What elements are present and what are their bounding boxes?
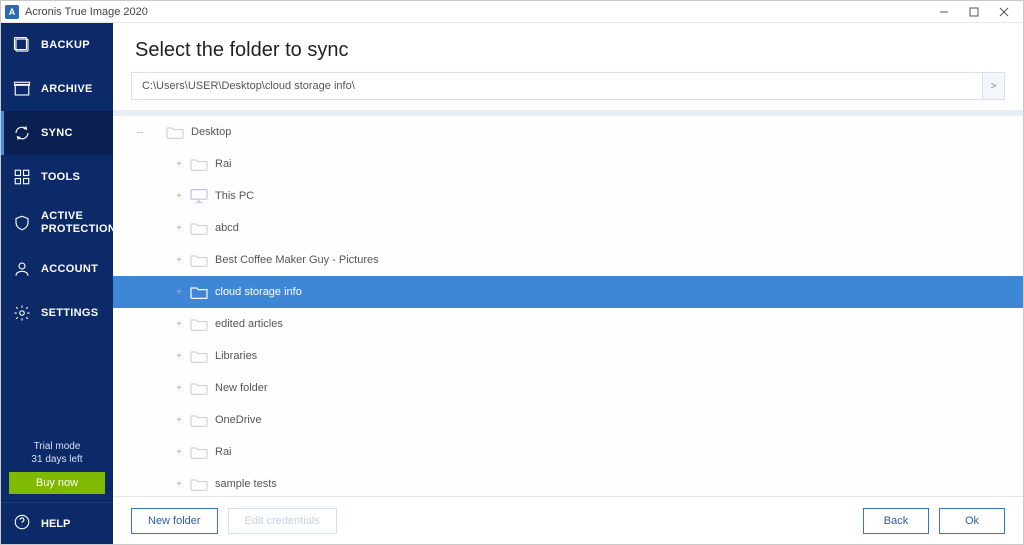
- tree-item[interactable]: +cloud storage info: [113, 276, 1023, 308]
- new-folder-button[interactable]: New folder: [131, 508, 218, 534]
- tree-item[interactable]: +Rai: [113, 148, 1023, 180]
- pc-icon: [187, 188, 211, 204]
- sidebar-item-settings[interactable]: SETTINGS: [1, 291, 113, 335]
- folder-icon: [163, 124, 187, 140]
- tree-item[interactable]: +OneDrive: [113, 404, 1023, 436]
- window-title: Acronis True Image 2020: [25, 6, 148, 18]
- backup-icon: [13, 36, 31, 54]
- app-window: A Acronis True Image 2020 BACKUP ARCHIVE…: [0, 0, 1024, 545]
- folder-icon: [187, 380, 211, 396]
- sidebar-item-sync[interactable]: SYNC: [1, 111, 113, 155]
- folder-icon: [187, 220, 211, 236]
- tree-root[interactable]: −Desktop: [113, 116, 1023, 148]
- folder-tree[interactable]: −Desktop+Rai+This PC+abcd+Best Coffee Ma…: [113, 110, 1023, 496]
- titlebar: A Acronis True Image 2020: [1, 1, 1023, 23]
- tree-item[interactable]: +New folder: [113, 372, 1023, 404]
- path-go-button[interactable]: >: [982, 73, 1004, 99]
- tree-item[interactable]: +Best Coffee Maker Guy - Pictures: [113, 244, 1023, 276]
- back-button[interactable]: Back: [863, 508, 929, 534]
- tree-item-label: Rai: [215, 446, 232, 458]
- tree-item-label: Rai: [215, 158, 232, 170]
- tools-icon: [13, 168, 31, 186]
- shield-icon: [13, 214, 31, 232]
- folder-icon: [187, 476, 211, 492]
- archive-icon: [13, 80, 31, 98]
- sidebar-item-account[interactable]: ACCOUNT: [1, 247, 113, 291]
- sync-icon: [13, 124, 31, 142]
- gear-icon: [13, 304, 31, 322]
- tree-item[interactable]: +abcd: [113, 212, 1023, 244]
- tree-item-label: Best Coffee Maker Guy - Pictures: [215, 254, 379, 266]
- tree-item-label: abcd: [215, 222, 239, 234]
- tree-item-label: Desktop: [191, 126, 231, 138]
- tree-item[interactable]: +sample tests: [113, 468, 1023, 496]
- trial-status: Trial mode 31 days left: [31, 440, 82, 466]
- tree-item-label: edited articles: [215, 318, 283, 330]
- sidebar-item-archive[interactable]: ARCHIVE: [1, 67, 113, 111]
- path-input[interactable]: [132, 73, 982, 99]
- tree-item[interactable]: +This PC: [113, 180, 1023, 212]
- sidebar-item-label: ACCOUNT: [41, 263, 98, 275]
- sidebar-item-label: ARCHIVE: [41, 83, 93, 95]
- tree-item-label: sample tests: [215, 478, 277, 490]
- maximize-button[interactable]: [959, 1, 989, 23]
- folder-icon: [187, 412, 211, 428]
- close-button[interactable]: [989, 1, 1019, 23]
- tree-item-label: Libraries: [215, 350, 257, 362]
- folder-icon: [187, 444, 211, 460]
- trial-line1: Trial mode: [31, 440, 82, 453]
- sidebar-item-help[interactable]: HELP: [1, 502, 113, 544]
- tree-item[interactable]: +Libraries: [113, 340, 1023, 372]
- sidebar-item-label: BACKUP: [41, 39, 90, 51]
- folder-icon: [187, 156, 211, 172]
- tree-item-label: cloud storage info: [215, 286, 302, 298]
- sidebar-item-label: TOOLS: [41, 171, 80, 183]
- tree-item-label: OneDrive: [215, 414, 261, 426]
- sidebar-item-label: HELP: [41, 518, 70, 530]
- folder-icon: [187, 348, 211, 364]
- app-icon: A: [5, 5, 19, 19]
- sidebar-item-label: SYNC: [41, 127, 73, 139]
- page-title: Select the folder to sync: [113, 23, 1023, 72]
- buy-now-button[interactable]: Buy now: [9, 472, 105, 494]
- sidebar-item-tools[interactable]: TOOLS: [1, 155, 113, 199]
- tree-item[interactable]: +Rai: [113, 436, 1023, 468]
- sidebar-item-active-protection[interactable]: ACTIVE PROTECTION: [1, 199, 113, 247]
- tree-item-label: New folder: [215, 382, 268, 394]
- ok-button[interactable]: Ok: [939, 508, 1005, 534]
- main-panel: Select the folder to sync > −Desktop+Rai…: [113, 23, 1023, 544]
- sidebar-item-label: SETTINGS: [41, 307, 98, 319]
- footer: New folder Edit credentials Back Ok: [113, 496, 1023, 544]
- minimize-button[interactable]: [929, 1, 959, 23]
- sidebar: BACKUP ARCHIVE SYNC TOOLS ACTIVE PROTECT…: [1, 23, 113, 544]
- tree-item[interactable]: +edited articles: [113, 308, 1023, 340]
- tree-item-label: This PC: [215, 190, 254, 202]
- trial-line2: 31 days left: [31, 453, 82, 466]
- account-icon: [13, 260, 31, 278]
- folder-icon: [187, 252, 211, 268]
- sidebar-item-label: ACTIVE PROTECTION: [41, 210, 116, 236]
- edit-credentials-button: Edit credentials: [228, 508, 337, 534]
- path-bar: >: [131, 72, 1005, 100]
- folder-icon: [187, 316, 211, 332]
- folder-icon: [187, 284, 211, 300]
- sidebar-item-backup[interactable]: BACKUP: [1, 23, 113, 67]
- help-icon: [13, 513, 31, 534]
